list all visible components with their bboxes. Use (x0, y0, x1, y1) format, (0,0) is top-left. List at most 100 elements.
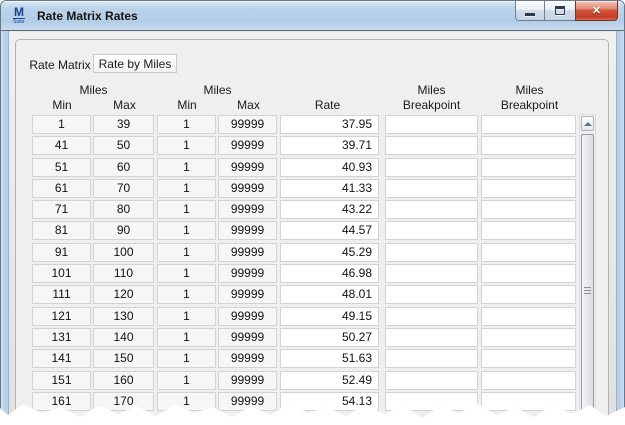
cell-miles-breakpoint-1[interactable] (385, 136, 478, 155)
cell-miles-min-2[interactable]: 1 (157, 264, 216, 283)
cell-miles-breakpoint-2[interactable] (481, 349, 576, 368)
cell-miles-min-1[interactable]: 1 (32, 115, 91, 134)
cell-miles-min-2[interactable]: 1 (157, 392, 216, 411)
cell-miles-max-2[interactable]: 99999 (218, 136, 277, 155)
cell-miles-breakpoint-2[interactable] (481, 285, 576, 304)
cell-miles-max-1[interactable]: 120 (93, 285, 154, 304)
cell-miles-breakpoint-2[interactable] (481, 264, 576, 283)
cell-miles-max-1[interactable]: 50 (93, 136, 154, 155)
cell-miles-breakpoint-2[interactable] (481, 307, 576, 326)
cell-miles-min-2[interactable]: 1 (157, 285, 216, 304)
cell-miles-breakpoint-1[interactable] (385, 115, 478, 134)
cell-rate[interactable]: 48.01 (280, 285, 379, 304)
maximize-button[interactable] (545, 1, 575, 21)
cell-miles-max-1[interactable]: 170 (93, 392, 154, 411)
cell-miles-breakpoint-2[interactable] (481, 200, 576, 219)
cell-miles-breakpoint-1[interactable] (385, 221, 478, 240)
cell-miles-max-1[interactable]: 90 (93, 221, 154, 240)
cell-miles-max-2[interactable]: 99999 (218, 371, 277, 390)
cell-miles-min-2[interactable]: 1 (157, 115, 216, 134)
cell-miles-max-2[interactable]: 99999 (218, 285, 277, 304)
cell-rate[interactable]: 46.98 (280, 264, 379, 283)
cell-rate[interactable]: 49.15 (280, 307, 379, 326)
cell-miles-min-2[interactable]: 1 (157, 349, 216, 368)
cell-miles-max-1[interactable]: 160 (93, 371, 154, 390)
vertical-scrollbar[interactable] (579, 114, 596, 424)
cell-miles-min-1[interactable]: 131 (32, 328, 91, 347)
cell-miles-min-1[interactable]: 141 (32, 349, 91, 368)
cell-miles-breakpoint-1[interactable] (385, 200, 478, 219)
cell-miles-breakpoint-1[interactable] (385, 349, 478, 368)
cell-miles-max-1[interactable]: 60 (93, 158, 154, 177)
cell-miles-max-1[interactable]: 100 (93, 243, 154, 262)
cell-miles-breakpoint-2[interactable] (481, 221, 576, 240)
cell-miles-breakpoint-1[interactable] (385, 307, 478, 326)
cell-miles-breakpoint-1[interactable] (385, 158, 478, 177)
cell-miles-breakpoint-2[interactable] (481, 158, 576, 177)
tab-rate-matrix[interactable]: Rate Matrix (27, 55, 93, 74)
cell-rate[interactable]: 51.63 (280, 349, 379, 368)
cell-miles-max-2[interactable]: 99999 (218, 115, 277, 134)
cell-miles-max-1[interactable]: 150 (93, 349, 154, 368)
cell-miles-min-1[interactable]: 111 (32, 285, 91, 304)
cell-miles-breakpoint-1[interactable] (385, 179, 478, 198)
cell-miles-max-2[interactable]: 99999 (218, 392, 277, 411)
cell-miles-max-2[interactable]: 99999 (218, 158, 277, 177)
cell-miles-breakpoint-2[interactable] (481, 392, 576, 411)
cell-miles-max-2[interactable]: 99999 (218, 221, 277, 240)
cell-miles-breakpoint-2[interactable] (481, 243, 576, 262)
cell-rate[interactable]: 39.71 (280, 136, 379, 155)
cell-rate[interactable]: 52.49 (280, 371, 379, 390)
cell-miles-max-1[interactable]: 140 (93, 328, 154, 347)
scrollbar-thumb[interactable] (581, 134, 594, 425)
cell-rate[interactable]: 44.57 (280, 221, 379, 240)
cell-miles-min-1[interactable]: 161 (32, 392, 91, 411)
cell-miles-min-1[interactable]: 71 (32, 200, 91, 219)
cell-miles-max-2[interactable]: 99999 (218, 243, 277, 262)
scrollbar-up-button[interactable] (581, 116, 594, 131)
cell-miles-min-1[interactable]: 41 (32, 136, 91, 155)
cell-miles-max-2[interactable]: 99999 (218, 264, 277, 283)
cell-miles-min-1[interactable]: 51 (32, 158, 91, 177)
cell-miles-breakpoint-2[interactable] (481, 371, 576, 390)
cell-miles-min-2[interactable]: 1 (157, 328, 216, 347)
cell-miles-max-2[interactable]: 99999 (218, 349, 277, 368)
cell-miles-breakpoint-2[interactable] (481, 115, 576, 134)
cell-miles-max-2[interactable]: 99999 (218, 307, 277, 326)
cell-miles-max-1[interactable]: 110 (93, 264, 154, 283)
titlebar[interactable]: M Suite Rate Matrix Rates ✕ (1, 1, 624, 31)
cell-miles-max-1[interactable]: 70 (93, 179, 154, 198)
cell-miles-max-2[interactable]: 99999 (218, 200, 277, 219)
cell-miles-breakpoint-2[interactable] (481, 136, 576, 155)
minimize-button[interactable] (515, 1, 545, 21)
cell-miles-min-1[interactable]: 61 (32, 179, 91, 198)
cell-rate[interactable]: 37.95 (280, 115, 379, 134)
cell-miles-breakpoint-1[interactable] (385, 285, 478, 304)
cell-rate[interactable]: 43.22 (280, 200, 379, 219)
cell-miles-min-1[interactable]: 91 (32, 243, 91, 262)
cell-miles-breakpoint-1[interactable] (385, 243, 478, 262)
cell-miles-min-2[interactable]: 1 (157, 179, 216, 198)
cell-miles-breakpoint-1[interactable] (385, 264, 478, 283)
cell-miles-min-1[interactable]: 101 (32, 264, 91, 283)
cell-miles-max-1[interactable]: 39 (93, 115, 154, 134)
cell-miles-min-2[interactable]: 1 (157, 136, 216, 155)
cell-miles-min-1[interactable]: 151 (32, 371, 91, 390)
cell-rate[interactable]: 54.13 (280, 392, 379, 411)
close-button[interactable]: ✕ (575, 1, 618, 21)
cell-miles-breakpoint-1[interactable] (385, 328, 478, 347)
cell-miles-breakpoint-1[interactable] (385, 371, 478, 390)
cell-miles-breakpoint-2[interactable] (481, 179, 576, 198)
cell-miles-max-2[interactable]: 99999 (218, 179, 277, 198)
cell-rate[interactable]: 41.33 (280, 179, 379, 198)
cell-miles-min-2[interactable]: 1 (157, 158, 216, 177)
cell-miles-min-2[interactable]: 1 (157, 307, 216, 326)
cell-rate[interactable]: 45.29 (280, 243, 379, 262)
cell-miles-min-1[interactable]: 121 (32, 307, 91, 326)
tab-rate-by-miles[interactable]: Rate by Miles (93, 54, 177, 73)
cell-miles-min-2[interactable]: 1 (157, 371, 216, 390)
cell-miles-max-2[interactable]: 99999 (218, 328, 277, 347)
cell-miles-breakpoint-2[interactable] (481, 328, 576, 347)
cell-miles-max-1[interactable]: 80 (93, 200, 154, 219)
cell-rate[interactable]: 40.93 (280, 158, 379, 177)
